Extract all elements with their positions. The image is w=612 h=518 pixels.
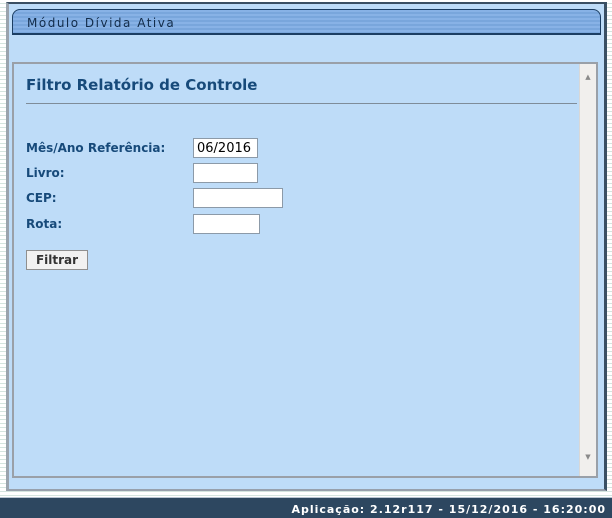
form-row: CEP: (14, 188, 596, 208)
page-title: Filtro Relatório de Controle (26, 76, 257, 94)
status-text: Aplicação: 2.12r117 - 15/12/2016 - 16:20… (291, 503, 612, 516)
mes-ano-referencia-input[interactable] (193, 138, 258, 158)
vertical-scrollbar[interactable]: ▲ ▼ (579, 64, 596, 476)
form-row: Mês/Ano Referência: (14, 138, 596, 158)
cep-input[interactable] (193, 188, 283, 208)
content-panel: Filtro Relatório de Controle Mês/Ano Ref… (12, 62, 598, 478)
scroll-down-icon[interactable]: ▼ (580, 452, 596, 462)
rota-input[interactable] (193, 214, 260, 234)
livro-label: Livro: (26, 163, 65, 183)
status-bar: Aplicação: 2.12r117 - 15/12/2016 - 16:20… (0, 497, 612, 518)
window-title: Módulo Dívida Ativa (13, 16, 175, 30)
filtrar-button[interactable]: Filtrar (26, 250, 88, 270)
window-title-bar: Módulo Dívida Ativa (12, 9, 601, 35)
livro-input[interactable] (193, 163, 258, 183)
app-window: Módulo Dívida Ativa Filtro Relatório de … (6, 2, 607, 491)
heading-divider (26, 103, 577, 104)
form-row: Rota: (14, 214, 596, 234)
form-row: Livro: (14, 163, 596, 183)
mes-ano-referencia-label: Mês/Ano Referência: (26, 138, 165, 158)
cep-label: CEP: (26, 188, 57, 208)
rota-label: Rota: (26, 214, 62, 234)
scroll-up-icon[interactable]: ▲ (580, 72, 596, 82)
